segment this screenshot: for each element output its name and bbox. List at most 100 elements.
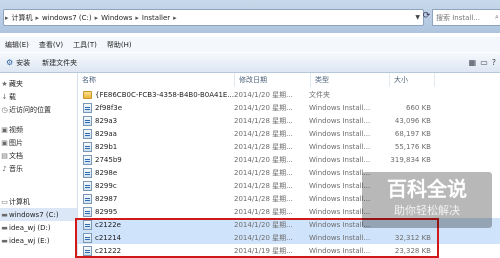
search-box[interactable]: ⌕ [432,9,500,26]
file-row[interactable]: 829b1 2014/1/28 星期... Windows Install... 55… [78,140,500,153]
new-folder-button[interactable]: 新建文件夹 [36,58,83,68]
installer-file-icon [83,115,92,126]
file-date: 2014/1/20 星期... [234,103,293,112]
star-icon: ★ [1,79,8,88]
search-icon[interactable]: ⌕ [495,13,499,22]
view-options-icon[interactable]: ▦ [469,58,477,67]
installer-file-icon [83,193,92,204]
breadcrumb-installer[interactable]: Installer [140,14,172,22]
installer-file-icon [83,180,92,191]
help-icon[interactable]: ? [492,58,496,67]
menu-tools[interactable]: 工具(T) [68,40,102,50]
picture-icon: ▣ [1,138,8,147]
preview-pane-icon[interactable]: ▭ [480,58,488,67]
file-name-cell: 82995 [78,206,234,217]
breadcrumb-computer[interactable]: 计算机 [10,13,35,23]
installer-file-icon [83,167,92,178]
nav-documents[interactable]: ▤ 文档 [0,149,77,162]
file-name-cell: 82987 [78,193,234,204]
folder-icon [83,90,92,99]
column-header-name[interactable]: 名称 [78,73,235,87]
toolbar: ⚙ 安装 新建文件夹 ▦ ▭ ? [0,53,500,73]
file-date: 2014/1/28 星期... [234,207,293,216]
address-bar-region: ▸ 计算机 ▸ windows7 (C:) ▸ Windows ▸ Instal… [0,0,500,33]
column-header-row: 名称 修改日期 类型 大小 [78,73,500,87]
address-bar[interactable]: ▸ 计算机 ▸ windows7 (C:) ▸ Windows ▸ Instal… [3,9,424,26]
file-size: 660 KB [406,103,431,112]
nav-drive-d[interactable]: ▬ idea_wj (D:) [0,221,77,234]
nav-favorites[interactable]: ★ 藏夹 [0,77,77,90]
file-date: 2014/1/28 星期... [234,116,293,125]
nav-recent-places[interactable]: ◷ 近访问的位置 [0,103,77,116]
search-input[interactable] [433,13,495,22]
file-name-cell: {FE86CB0C-FCB3-4358-B4B0-B0A41E... [78,90,234,99]
navigation-pane: ★ 藏夹 ↓ 载 ◷ 近访问的位置 ▣ 视频 ▣ 图片 ▤ 文档 ♪ 音乐 ▭ 计算机 ▬ win… [0,73,78,255]
installer-file-icon [83,102,92,113]
nav-pictures[interactable]: ▣ 图片 [0,136,77,149]
file-size: 43,096 KB [394,116,431,125]
menu-help[interactable]: 帮助(H) [102,40,137,50]
file-name: 2745b9 [95,155,122,164]
menu-view[interactable]: 查看(V) [34,40,68,50]
file-name: {FE86CB0C-FCB3-4358-B4B0-B0A41E... [95,90,234,99]
nav-drive-c[interactable]: ▬ windows7 (C:) [0,208,77,221]
file-date: 2014/1/28 星期... [234,129,293,138]
drive-icon: ▬ [1,210,8,219]
file-name: 8299c [95,181,117,190]
file-name: 82987 [95,194,118,203]
file-size: 319,834 KB [390,155,431,164]
column-header-size[interactable]: 大小 [390,73,435,87]
installer-file-icon [83,128,92,139]
file-type: 文件夹 [309,90,330,99]
file-name-cell: 8299c [78,180,234,191]
nav-downloads[interactable]: ↓ 载 [0,90,77,103]
install-icon: ⚙ [6,58,14,67]
file-type: Windows Install... [309,155,371,164]
music-icon: ♪ [2,164,7,173]
column-header-date[interactable]: 修改日期 [235,73,311,87]
nav-computer[interactable]: ▭ 计算机 [0,195,77,208]
watermark: 百科全说 助你轻松解决 [362,172,492,228]
file-size: 55,176 KB [394,142,431,151]
video-icon: ▣ [1,125,8,134]
file-date: 2014/1/20 星期... [234,155,293,164]
drive-icon: ▬ [1,236,8,245]
file-size: 68,197 KB [394,129,431,138]
file-type: Windows Install... [309,103,371,112]
file-name-cell: 829aa [78,128,234,139]
drive-icon: ▬ [1,223,8,232]
menu-edit[interactable]: 编辑(E) [0,40,34,50]
file-type: Windows Install... [309,116,371,125]
breadcrumb-separator[interactable]: ▸ [172,14,178,22]
document-icon: ▤ [1,151,8,160]
file-row[interactable]: 829a3 2014/1/28 星期... Windows Install... 43… [78,114,500,127]
file-date: 2014/1/28 星期... [234,142,293,151]
file-type: Windows Install... [309,142,371,151]
view-controls: ▦ ▭ ? [469,58,500,67]
computer-icon: ▭ [1,197,8,206]
file-name-cell: 8298e [78,167,234,178]
installer-file-icon [83,141,92,152]
nav-music[interactable]: ♪ 音乐 [0,162,77,175]
file-name: 82995 [95,207,118,216]
file-date: 2014/1/28 星期... [234,181,293,190]
file-row[interactable]: {FE86CB0C-FCB3-4358-B4B0-B0A41E... 2014/1… [78,88,500,101]
breadcrumb-drive[interactable]: windows7 (C:) [40,14,94,22]
column-header-type[interactable]: 类型 [311,73,390,87]
file-row[interactable]: 2f98f3e 2014/1/20 星期... Windows Install...… [78,101,500,114]
file-row[interactable]: 2745b9 2014/1/20 星期... Windows Install... 3… [78,153,500,166]
file-name-cell: 829a3 [78,115,234,126]
install-button[interactable]: ⚙ 安装 [0,58,36,68]
breadcrumb-windows[interactable]: Windows [99,14,134,22]
file-date: 2014/1/20 星期... [234,90,293,99]
watermark-subtitle: 助你轻松解决 [394,204,460,217]
file-row[interactable]: 829aa 2014/1/28 星期... Windows Install... 68… [78,127,500,140]
nav-drive-e[interactable]: ▬ idea_wj (E:) [0,234,77,247]
installer-file-icon [83,154,92,165]
watermark-title: 百科全说 [387,177,467,201]
file-name: 8298e [95,168,118,177]
installer-file-icon [83,206,92,217]
file-name: 829a3 [95,116,118,125]
nav-videos[interactable]: ▣ 视频 [0,123,77,136]
file-name-cell: 829b1 [78,141,234,152]
